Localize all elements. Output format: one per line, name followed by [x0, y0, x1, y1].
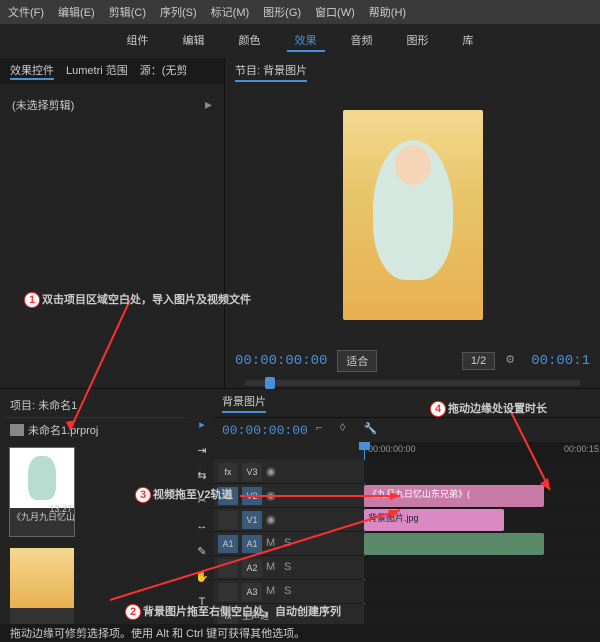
clip-audio[interactable] [364, 533, 544, 555]
playhead[interactable] [265, 377, 275, 389]
tracks: fxV3◉ V1V2◉ 《九月九日忆山东兄弟》( V1◉ 背景图片.jpg A1… [214, 460, 600, 638]
ws-effects[interactable]: 效果 [287, 30, 325, 52]
program-duration: 00:00:1 [531, 353, 590, 369]
wrench-icon[interactable]: 🔧 [364, 422, 380, 438]
program-scrubber[interactable] [245, 380, 580, 386]
menu-seq[interactable]: 序列(S) [160, 4, 197, 20]
ripple-tool[interactable]: ⇆ [194, 468, 210, 483]
project-item-video[interactable]: 13:27 《九月九日忆山东... [10, 448, 74, 536]
thumb-img [10, 448, 74, 508]
clip-bg[interactable]: 背景图片.jpg [364, 509, 504, 531]
menu-graphic[interactable]: 图形(G) [263, 4, 301, 20]
thumb-duration: 13:27 [49, 504, 72, 514]
pen-tool[interactable]: ✎ [194, 544, 210, 559]
tab-lumetri[interactable]: Lumetri 范围 [66, 62, 128, 80]
menu-mark[interactable]: 标记(M) [211, 4, 250, 20]
ws-audio[interactable]: 音频 [343, 30, 381, 52]
menubar: 文件(F) 编辑(E) 剪辑(C) 序列(S) 标记(M) 图形(G) 窗口(W… [0, 0, 600, 24]
timeline-ruler[interactable]: 00:00:00:00 00:00:15:00 [364, 442, 600, 460]
hand-tool[interactable]: ✋ [194, 569, 210, 584]
project-tab[interactable]: 项目: 未命名1 [4, 393, 186, 418]
track-v2[interactable]: V1V2◉ 《九月九日忆山东兄弟》( [214, 484, 600, 508]
zoom-dropdown[interactable]: 1/2 [462, 352, 495, 370]
menu-window[interactable]: 窗口(W) [315, 4, 355, 20]
tool-palette: ▸ ⇥ ⇆ ✂ ↔ ✎ ✋ T [190, 389, 214, 638]
program-timecode[interactable]: 00:00:00:00 [235, 353, 327, 369]
sequence-name[interactable]: 背景图片 [222, 393, 266, 413]
workspace-tabs: 组件 编辑 颜色 效果 音频 图形 库 [0, 24, 600, 58]
razor-tool[interactable]: ✂ [194, 493, 210, 508]
project-panel: 项目: 未命名1 未命名1.prproj 13:27 《九月九日忆山东... [0, 389, 190, 638]
preview-image [343, 110, 483, 320]
program-monitor: 节目: 背景图片 00:00:00:00 适合 1/2 ⚙ 00:00:1 [225, 58, 600, 388]
bin-icon [10, 424, 24, 436]
no-selection-text: (未选择剪辑) [12, 97, 74, 113]
ws-library[interactable]: 库 [455, 30, 482, 52]
track-v3[interactable]: fxV3◉ [214, 460, 600, 484]
tab-source[interactable]: 源：(无剪 [140, 62, 188, 80]
fit-dropdown[interactable]: 适合 [337, 350, 377, 372]
track-a1[interactable]: A1A1MS [214, 532, 600, 556]
slip-tool[interactable]: ↔ [194, 519, 210, 534]
program-label: 节目: 背景图片 [235, 62, 307, 82]
track-select-tool[interactable]: ⇥ [194, 442, 210, 457]
statusbar: 拖动边缘可修剪选择项。使用 Alt 和 Ctrl 键可获得其他选项。 [0, 624, 600, 642]
project-filename: 未命名1.prproj [28, 422, 98, 438]
track-v1[interactable]: V1◉ 背景图片.jpg [214, 508, 600, 532]
track-a3[interactable]: A3MS [214, 580, 600, 604]
track-a2[interactable]: A2MS [214, 556, 600, 580]
thumb-img-bg [10, 548, 74, 608]
menu-file[interactable]: 文件(F) [8, 4, 44, 20]
tab-effect-controls[interactable]: 效果控件 [10, 62, 54, 80]
menu-clip[interactable]: 剪辑(C) [109, 4, 146, 20]
selection-tool[interactable]: ▸ [194, 417, 210, 432]
menu-help[interactable]: 帮助(H) [369, 4, 406, 20]
ws-color[interactable]: 颜色 [231, 30, 269, 52]
ruler-tick: 00:00:00:00 [368, 444, 416, 454]
ws-assembly[interactable]: 组件 [119, 30, 157, 52]
type-tool[interactable]: T [194, 595, 210, 610]
effects-panel: 效果控件 Lumetri 范围 源：(无剪 (未选择剪辑) ▸ [0, 58, 225, 388]
menu-edit[interactable]: 编辑(E) [58, 4, 95, 20]
marker-icon[interactable]: ◊ [340, 422, 356, 438]
settings-icon[interactable]: ⚙ [505, 353, 521, 369]
clip-video[interactable]: 《九月九日忆山东兄弟》( [364, 485, 544, 507]
status-text: 拖动边缘可修剪选择项。使用 Alt 和 Ctrl 键可获得其他选项。 [10, 625, 305, 641]
project-item-bg[interactable] [10, 548, 74, 636]
timeline-panel: 背景图片 00:00:00:00 ⌐ ◊ 🔧 00:00:00:00 00:00… [214, 389, 600, 638]
chevron-right-icon[interactable]: ▸ [205, 96, 212, 113]
ws-editing[interactable]: 编辑 [175, 30, 213, 52]
preview-canvas[interactable] [225, 86, 600, 344]
ws-graphics[interactable]: 图形 [399, 30, 437, 52]
ruler-tick: 00:00:15:00 [564, 444, 600, 454]
snap-icon[interactable]: ⌐ [316, 422, 332, 438]
timeline-timecode[interactable]: 00:00:00:00 [222, 423, 308, 438]
